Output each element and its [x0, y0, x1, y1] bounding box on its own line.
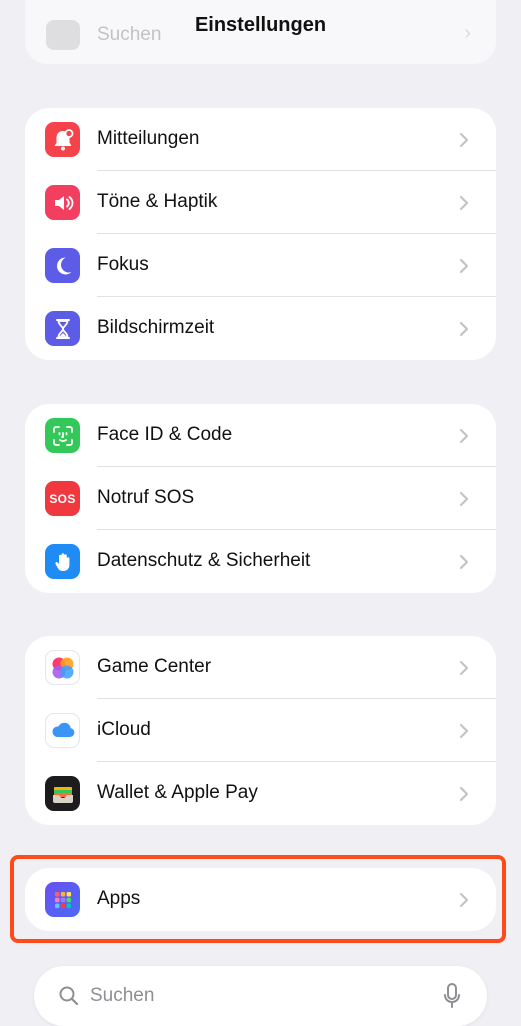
- row-label: Game Center: [97, 656, 212, 677]
- row-notruf-sos[interactable]: SOS Notruf SOS: [25, 467, 496, 530]
- search-placeholder: Suchen: [90, 985, 155, 1006]
- speaker-icon: [45, 185, 80, 220]
- top-bar: Suchen › Einstellungen: [0, 0, 521, 66]
- face-id-icon: [45, 418, 80, 453]
- row-icloud[interactable]: iCloud: [25, 699, 496, 762]
- sos-icon: SOS: [45, 481, 80, 516]
- game-center-icon: [45, 650, 80, 685]
- icloud-icon: [45, 713, 80, 748]
- bottom-search-field[interactable]: Suchen: [34, 966, 487, 1026]
- moon-icon: [45, 248, 80, 283]
- chevron-right-icon: [459, 723, 469, 739]
- search-icon: [59, 986, 79, 1006]
- row-label: iCloud: [97, 719, 151, 740]
- row-label: Fokus: [97, 254, 149, 275]
- microphone-icon[interactable]: [443, 982, 461, 1010]
- row-label: Wallet & Apple Pay: [97, 782, 258, 803]
- row-label: Mitteilungen: [97, 128, 200, 149]
- settings-group-notifications: Mitteilungen Töne & Haptik Fokus Bildsch…: [25, 108, 496, 360]
- row-label: Datenschutz & Sicherheit: [97, 550, 311, 571]
- row-game-center[interactable]: Game Center: [25, 636, 496, 699]
- row-wallet-apple-pay[interactable]: Wallet & Apple Pay: [25, 762, 496, 825]
- hand-icon: [45, 544, 80, 579]
- chevron-right-icon: [459, 491, 469, 507]
- row-label: Bildschirmzeit: [97, 317, 215, 338]
- apps-highlight-annotation: [10, 855, 506, 943]
- chevron-right-icon: [459, 660, 469, 676]
- page-title: Einstellungen: [194, 14, 327, 36]
- chevron-right-icon: [459, 321, 469, 337]
- row-label: Face ID & Code: [97, 424, 233, 445]
- sos-icon-text: SOS: [49, 491, 76, 506]
- chevron-right-icon: [459, 258, 469, 274]
- chevron-right-icon: [459, 195, 469, 211]
- row-datenschutz-sicherheit[interactable]: Datenschutz & Sicherheit: [25, 530, 496, 593]
- row-fokus[interactable]: Fokus: [25, 234, 496, 297]
- chevron-right-icon: [459, 554, 469, 570]
- row-bildschirmzeit[interactable]: Bildschirmzeit: [25, 297, 496, 360]
- settings-group-accounts: Game Center iCloud Wallet & Apple Pay: [25, 636, 496, 825]
- chevron-right-icon: [459, 428, 469, 444]
- row-toene-haptik[interactable]: Töne & Haptik: [25, 171, 496, 234]
- settings-group-security: Face ID & Code SOS Notruf SOS Datenschut…: [25, 404, 496, 593]
- hourglass-icon: [45, 311, 80, 346]
- wallet-icon: [45, 776, 80, 811]
- row-face-id-code[interactable]: Face ID & Code: [25, 404, 496, 467]
- notifications-icon: [45, 122, 80, 157]
- chevron-right-icon: [459, 132, 469, 148]
- row-mitteilungen[interactable]: Mitteilungen: [25, 108, 496, 171]
- chevron-right-icon: [459, 786, 469, 802]
- row-label: Töne & Haptik: [97, 191, 218, 212]
- row-label: Notruf SOS: [97, 487, 195, 508]
